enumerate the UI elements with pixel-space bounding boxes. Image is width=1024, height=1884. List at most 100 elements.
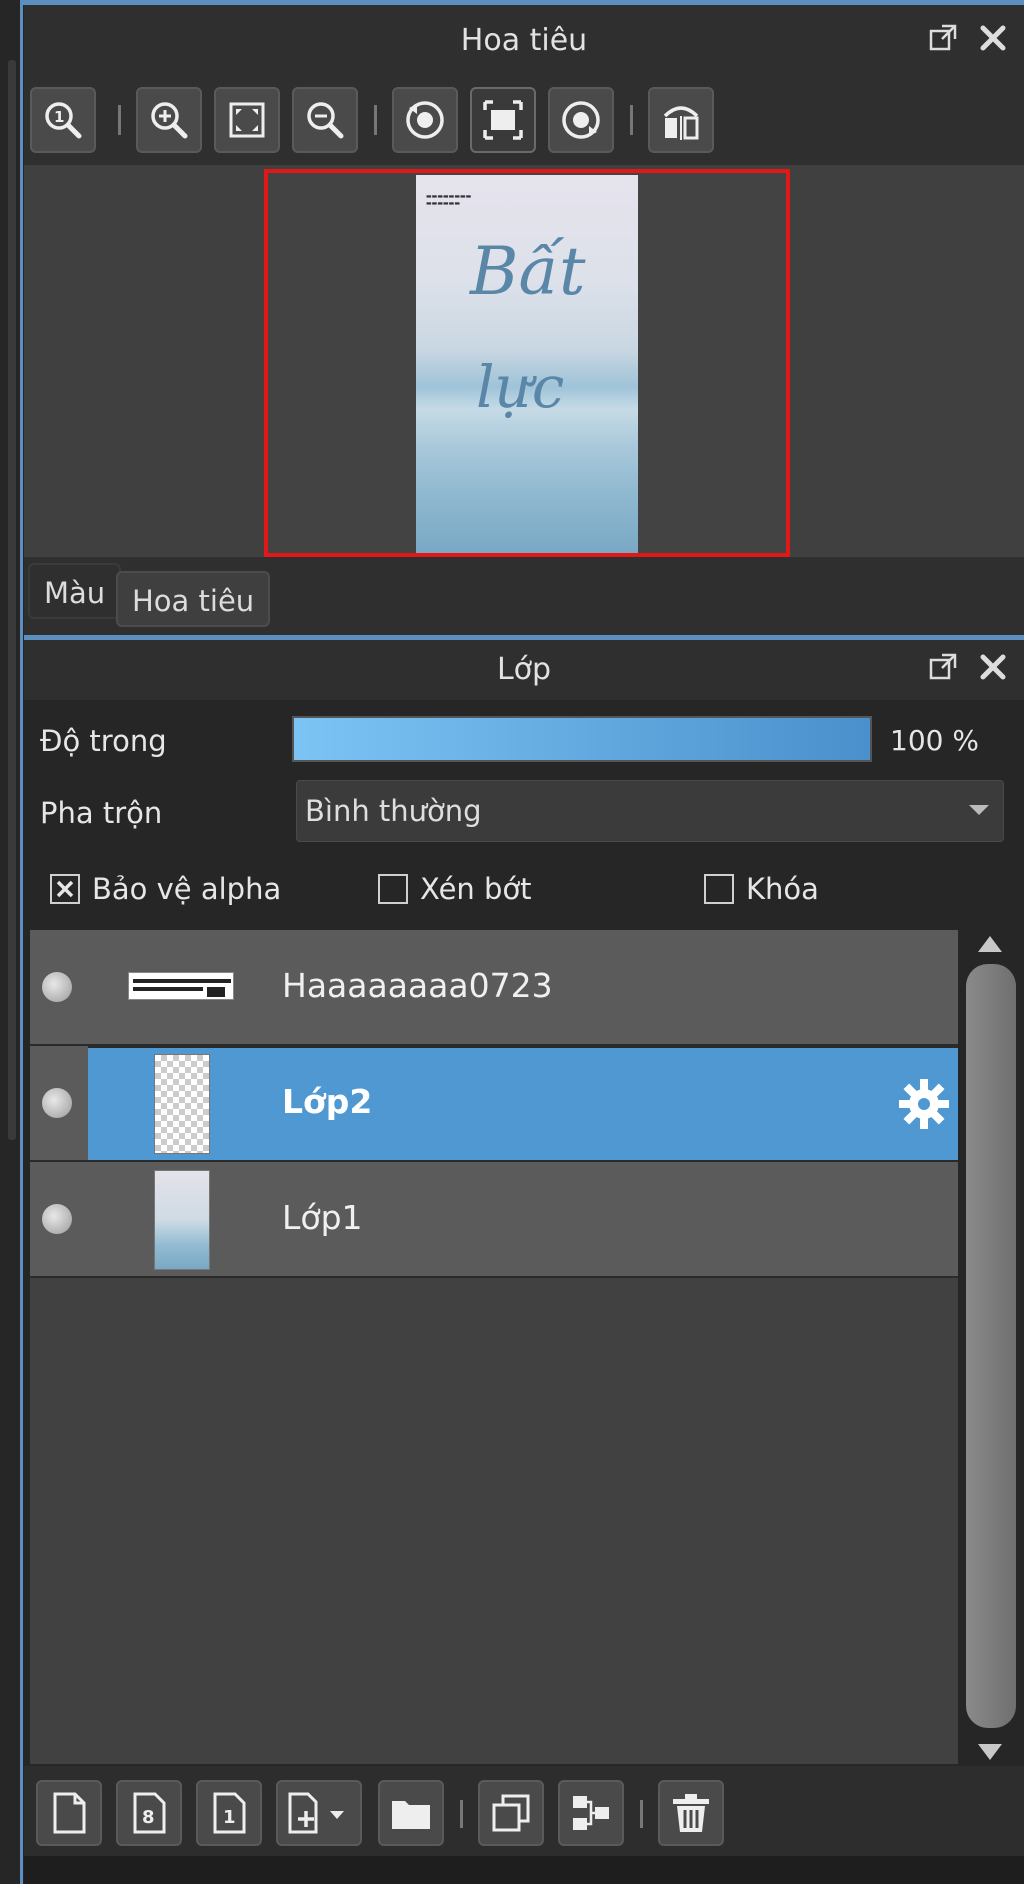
navigator-panel-actions xyxy=(926,21,1010,55)
layer-row-lop1[interactable]: Lớp1 xyxy=(30,1162,958,1278)
blend-mode-select[interactable]: Bình thường xyxy=(296,780,1004,842)
layer-1-icon: 1 xyxy=(213,1792,246,1834)
reset-view-button[interactable] xyxy=(470,87,536,153)
layer-list: Haaaaaaaa0723 Lớp2 Lớp1 xyxy=(30,930,958,1764)
zoom-1x-icon: 1 xyxy=(45,102,82,139)
visibility-icon[interactable] xyxy=(42,972,72,1002)
new-1bit-layer-button[interactable]: 1 xyxy=(196,1780,262,1846)
layers-title-bar: Lớp xyxy=(24,640,1024,700)
layers-panel-actions xyxy=(926,650,1010,684)
lock-label: Khóa xyxy=(746,872,819,906)
toolbar-separator xyxy=(630,105,633,135)
preview-small-text-decoration: ▬▬▬▬▬▬▬▬ ▬▬▬▬▬▬ xyxy=(426,193,472,207)
navigator-title-bar: Hoa tiêu xyxy=(24,5,1024,77)
new-page-icon xyxy=(53,1792,86,1834)
new-folder-button[interactable] xyxy=(378,1780,444,1846)
protect-alpha-label: Bảo vệ alpha xyxy=(92,872,282,906)
opacity-value: 100 % xyxy=(890,724,979,757)
layers-panel: Lớp Độ trong 100 % Pha trộn Bình thường … xyxy=(24,640,1024,1884)
toolbar-separator xyxy=(118,105,121,135)
checkbox-unchecked-icon xyxy=(704,874,734,904)
layer-row-lop2[interactable]: Lớp2 xyxy=(30,1046,958,1162)
status-strip xyxy=(24,1856,1024,1884)
zoom-out-button[interactable] xyxy=(292,87,358,153)
layer-name: Lớp1 xyxy=(282,1198,363,1237)
selected-highlight xyxy=(88,1046,958,1162)
scroll-thumb[interactable] xyxy=(966,964,1016,1728)
lock-checkbox[interactable]: Khóa xyxy=(704,872,819,906)
canvas-preview-image: ▬▬▬▬▬▬▬▬ ▬▬▬▬▬▬ Bất lực xyxy=(416,175,638,553)
popout-icon[interactable] xyxy=(926,650,960,684)
tab-color[interactable]: Màu xyxy=(28,563,122,619)
popout-icon[interactable] xyxy=(926,21,960,55)
tab-navigator[interactable]: Hoa tiêu xyxy=(116,571,271,627)
visibility-icon[interactable] xyxy=(42,1088,72,1118)
left-dock-edge xyxy=(0,0,24,1884)
dock-border xyxy=(20,0,23,1884)
navigator-title: Hoa tiêu xyxy=(460,23,588,58)
layer-8-icon: 8 xyxy=(133,1792,166,1834)
layer-thumbnail xyxy=(128,972,234,1000)
opacity-label: Độ trong xyxy=(40,724,167,758)
navigator-preview-area[interactable]: ▬▬▬▬▬▬▬▬ ▬▬▬▬▬▬ Bất lực xyxy=(24,165,1024,557)
rotate-left-button[interactable] xyxy=(392,87,458,153)
svg-text:1: 1 xyxy=(54,108,64,126)
zoom-in-button[interactable] xyxy=(136,87,202,153)
flip-horizontal-button[interactable] xyxy=(648,87,714,153)
rotate-right-icon xyxy=(562,101,600,139)
blend-mode-label: Pha trộn xyxy=(40,796,163,830)
close-icon[interactable] xyxy=(976,21,1010,55)
panel-tab-bar: Màu Hoa tiêu xyxy=(24,557,1024,635)
layer-thumbnail xyxy=(154,1054,210,1154)
layer-name: Haaaaaaaa0723 xyxy=(282,966,553,1005)
new-layer-button[interactable] xyxy=(36,1780,102,1846)
duplicate-icon xyxy=(492,1794,530,1832)
fit-frame-icon xyxy=(483,100,523,140)
trash-icon xyxy=(673,1794,709,1832)
layer-list-scrollbar[interactable] xyxy=(962,930,1018,1764)
layer-thumbnail xyxy=(154,1170,210,1270)
merge-down-button[interactable] xyxy=(558,1780,624,1846)
checkbox-checked-icon xyxy=(50,874,80,904)
layer-name: Lớp2 xyxy=(282,1082,373,1121)
visibility-icon[interactable] xyxy=(42,1204,72,1234)
scroll-up-icon[interactable] xyxy=(978,936,1002,952)
opacity-slider[interactable] xyxy=(292,716,872,762)
protect-alpha-checkbox[interactable]: Bảo vệ alpha xyxy=(50,872,281,906)
layers-title: Lớp xyxy=(496,652,552,687)
scroll-down-icon[interactable] xyxy=(978,1744,1002,1760)
rotate-right-button[interactable] xyxy=(548,87,614,153)
svg-text:1: 1 xyxy=(223,1807,236,1828)
clipping-checkbox[interactable]: Xén bớt xyxy=(378,872,532,906)
zoom-in-icon xyxy=(151,102,188,139)
preview-script-line-1: Bất xyxy=(470,233,586,310)
toolbar-separator xyxy=(640,1800,643,1828)
gear-icon[interactable] xyxy=(896,1076,952,1132)
layers-bottom-toolbar: 8 1 xyxy=(24,1766,1024,1856)
close-icon[interactable] xyxy=(976,650,1010,684)
merge-icon xyxy=(573,1796,609,1830)
layer-row-haaaaaaaa0723[interactable]: Haaaaaaaa0723 xyxy=(30,930,958,1046)
flip-horizontal-icon xyxy=(663,106,699,140)
blend-mode-value: Bình thường xyxy=(305,794,482,828)
duplicate-layer-button[interactable] xyxy=(478,1780,544,1846)
preview-script-line-2: lực xyxy=(476,353,565,421)
fit-window-icon xyxy=(229,102,265,138)
svg-text:8: 8 xyxy=(142,1807,155,1828)
viewport-frame[interactable]: ▬▬▬▬▬▬▬▬ ▬▬▬▬▬▬ Bất lực xyxy=(264,169,790,557)
dock-handle[interactable] xyxy=(8,60,16,1140)
new-8bit-layer-button[interactable]: 8 xyxy=(116,1780,182,1846)
zoom-actual-size-button[interactable]: 1 xyxy=(30,87,96,153)
clipping-label: Xén bớt xyxy=(420,872,532,906)
toolbar-separator xyxy=(374,105,377,135)
navigator-toolbar: 1 xyxy=(24,77,1024,165)
fit-to-window-button[interactable] xyxy=(214,87,280,153)
toolbar-separator xyxy=(460,1800,463,1828)
navigator-panel: Hoa tiêu 1 ▬▬▬▬▬▬▬▬ ▬▬▬▬▬▬ Bất lực Màu H… xyxy=(24,5,1024,635)
chevron-down-icon xyxy=(969,805,989,815)
checkbox-unchecked-icon xyxy=(378,874,408,904)
rotate-left-icon xyxy=(406,101,444,139)
add-layer-menu-button[interactable] xyxy=(276,1780,362,1846)
delete-layer-button[interactable] xyxy=(658,1780,724,1846)
folder-icon xyxy=(392,1801,430,1829)
